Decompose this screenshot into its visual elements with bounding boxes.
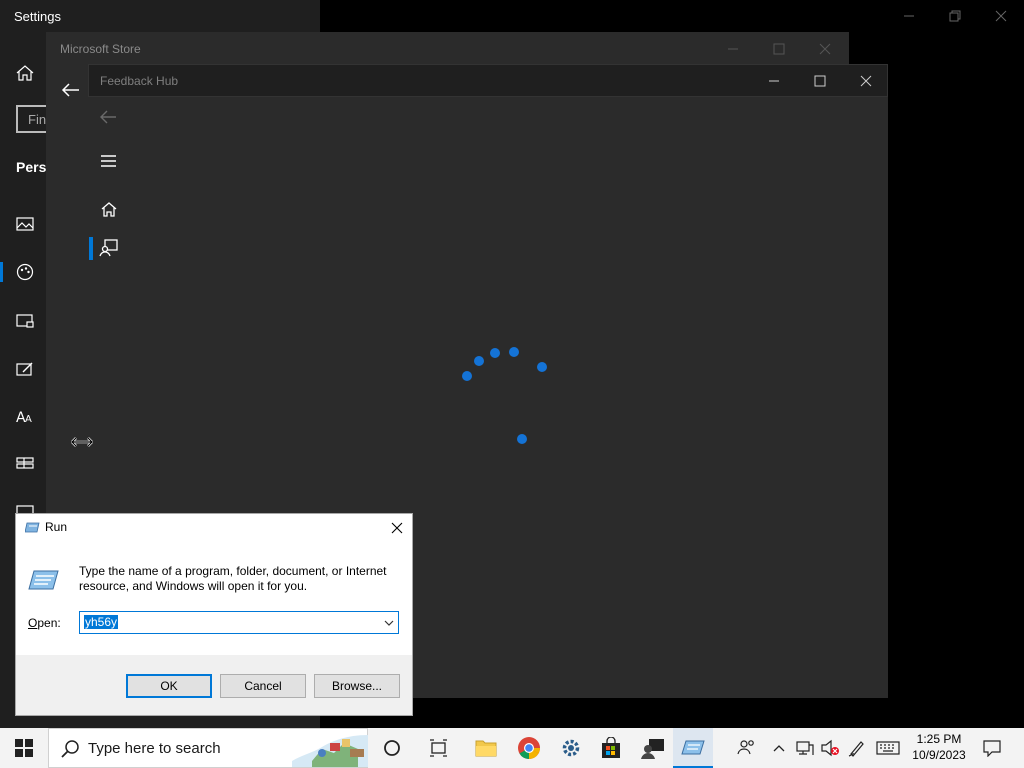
browse-button[interactable]: Browse... bbox=[314, 674, 400, 698]
run-title: Run bbox=[45, 520, 68, 534]
taskbar-search-box[interactable]: Type here to search bbox=[48, 728, 368, 768]
file-explorer-icon[interactable] bbox=[466, 728, 506, 768]
start-button[interactable] bbox=[4, 728, 44, 768]
settings-search-text: Fin bbox=[28, 112, 47, 127]
feedback-hub-taskbar-icon[interactable] bbox=[633, 728, 673, 768]
network-icon[interactable] bbox=[791, 728, 819, 768]
feedback-hub-minimize-button[interactable] bbox=[759, 65, 789, 96]
colors-icon[interactable] bbox=[14, 261, 36, 283]
run-open-label: Open: bbox=[28, 616, 61, 630]
feedback-hub-title: Feedback Hub bbox=[100, 74, 179, 88]
search-icon bbox=[60, 739, 80, 759]
chevron-down-icon[interactable] bbox=[380, 612, 398, 633]
run-close-button[interactable] bbox=[382, 514, 412, 541]
run-input-value: yh56y bbox=[84, 615, 119, 629]
run-app-icon bbox=[25, 520, 41, 534]
feedback-home-icon[interactable] bbox=[99, 199, 119, 219]
selected-indicator bbox=[0, 262, 3, 282]
loading-spinner-dot bbox=[517, 434, 527, 444]
search-highlight-illustration bbox=[292, 731, 368, 767]
volume-muted-icon[interactable] bbox=[816, 728, 844, 768]
hamburger-menu-icon[interactable] bbox=[99, 153, 119, 169]
store-maximize-button[interactable] bbox=[764, 32, 794, 65]
run-open-input[interactable]: yh56y bbox=[79, 611, 399, 634]
keyboard-icon[interactable] bbox=[870, 728, 906, 768]
feedback-selected-indicator bbox=[89, 237, 93, 260]
feedback-hub-close-button[interactable] bbox=[851, 65, 881, 96]
loading-spinner-dot bbox=[474, 356, 484, 366]
run-program-icon bbox=[28, 567, 60, 593]
cortana-icon[interactable] bbox=[372, 728, 412, 768]
start-icon[interactable] bbox=[14, 452, 36, 474]
feedback-hub-titlebar: Feedback Hub bbox=[88, 64, 888, 97]
store-close-button[interactable] bbox=[810, 32, 840, 65]
notifications-icon[interactable] bbox=[972, 728, 1012, 768]
cancel-button[interactable]: Cancel bbox=[220, 674, 306, 698]
svg-text:A: A bbox=[25, 414, 32, 425]
clock-time: 1:25 PM bbox=[916, 732, 962, 746]
settings-minimize-button[interactable] bbox=[886, 0, 932, 32]
loading-spinner-dot bbox=[509, 347, 519, 357]
feedback-icon[interactable] bbox=[99, 238, 119, 258]
settings-gear-icon[interactable] bbox=[551, 728, 591, 768]
microsoft-store-icon[interactable] bbox=[591, 728, 631, 768]
loading-spinner-dot bbox=[490, 348, 500, 358]
themes-icon[interactable] bbox=[14, 358, 36, 380]
resize-cursor-icon bbox=[70, 435, 94, 449]
people-icon[interactable] bbox=[727, 728, 767, 768]
run-taskbar-icon[interactable] bbox=[673, 728, 713, 768]
ok-button[interactable]: OK bbox=[126, 674, 212, 698]
store-back-icon[interactable] bbox=[60, 79, 82, 101]
settings-restore-button[interactable] bbox=[932, 0, 978, 32]
run-body: Type the name of a program, folder, docu… bbox=[16, 541, 412, 655]
clock-date: 10/9/2023 bbox=[912, 748, 966, 762]
settings-search-input[interactable]: Fin bbox=[16, 105, 48, 133]
taskbar: Type here to search 1:25 PM 10/9/2023 bbox=[0, 728, 1024, 768]
store-minimize-button[interactable] bbox=[718, 32, 748, 65]
fonts-icon[interactable]: AA bbox=[14, 405, 36, 427]
settings-title: Settings bbox=[14, 9, 61, 24]
search-placeholder: Type here to search bbox=[88, 740, 221, 757]
run-dialog: Run Type the name of a program, folder, … bbox=[15, 513, 413, 716]
loading-spinner-dot bbox=[537, 362, 547, 372]
background-icon[interactable] bbox=[14, 213, 36, 235]
run-open-accel: O bbox=[28, 616, 38, 630]
task-view-icon[interactable] bbox=[419, 728, 459, 768]
feedback-hub-maximize-button[interactable] bbox=[805, 65, 835, 96]
lock-screen-icon[interactable] bbox=[14, 310, 36, 332]
home-icon[interactable] bbox=[14, 62, 36, 84]
run-description: Type the name of a program, folder, docu… bbox=[79, 564, 387, 593]
store-titlebar: Microsoft Store bbox=[46, 32, 849, 65]
settings-section-title: Pers bbox=[16, 159, 47, 175]
run-open-label-rest: pen: bbox=[37, 616, 61, 630]
chevron-up-icon[interactable] bbox=[765, 728, 793, 768]
chrome-icon[interactable] bbox=[509, 728, 549, 768]
loading-spinner-dot bbox=[462, 371, 472, 381]
store-title: Microsoft Store bbox=[60, 42, 141, 56]
pen-workspace-icon[interactable] bbox=[842, 728, 872, 768]
system-clock[interactable]: 1:25 PM 10/9/2023 bbox=[906, 731, 972, 763]
settings-close-button[interactable] bbox=[978, 0, 1024, 32]
feedback-back-icon[interactable] bbox=[98, 107, 118, 127]
run-titlebar: Run bbox=[16, 514, 412, 541]
